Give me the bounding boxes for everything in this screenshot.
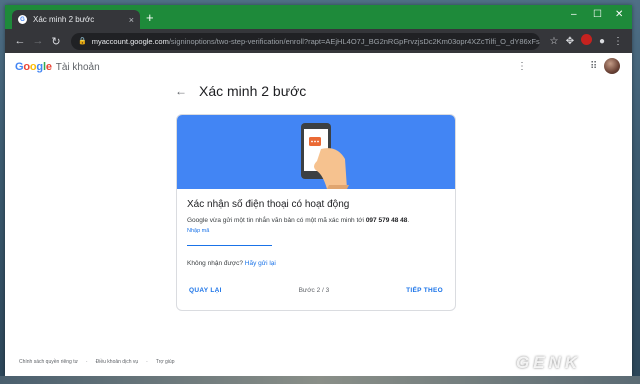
page-title: Xác minh 2 bước: [199, 83, 307, 99]
card-body: Xác nhận số điện thoại có hoạt động Goog…: [177, 189, 455, 267]
tab-close-icon[interactable]: ×: [129, 15, 134, 25]
verification-description: Google vừa gửi một tin nhắn văn bản có m…: [187, 217, 445, 224]
genk-watermark-logo: GENK: [516, 353, 582, 372]
back-arrow-icon[interactable]: ←: [175, 84, 187, 98]
close-window-button[interactable]: ✕: [615, 9, 623, 20]
resend-prompt: Không nhận được?: [187, 260, 245, 267]
step-indicator: Bước 2 / 3: [298, 286, 330, 294]
address-bar[interactable]: 🔒 myaccount.google.com /signinoptions/tw…: [71, 32, 540, 50]
code-input[interactable]: [187, 236, 272, 246]
page-content: Google Tài khoản ⋮ ⠿ ← Xác minh 2 bước X…: [5, 53, 632, 376]
footer-separator: ·: [146, 359, 148, 365]
menu-dots-icon[interactable]: ⋮: [610, 36, 626, 47]
google-account-header: Google Tài khoản: [5, 53, 632, 81]
minimize-button[interactable]: –: [571, 9, 577, 20]
resend-link[interactable]: Hãy gửi lại: [245, 260, 276, 267]
next-button[interactable]: TIẾP THEO: [406, 287, 443, 294]
verification-card: Xác nhận số điện thoại có hoạt động Goog…: [176, 114, 456, 311]
new-tab-button[interactable]: +: [146, 11, 154, 24]
account-avatar[interactable]: [604, 58, 620, 74]
tab-title: Xác minh 2 bước: [33, 15, 95, 24]
maximize-button[interactable]: ☐: [593, 9, 602, 20]
description-end: .: [407, 217, 410, 224]
extension-avatar-icon[interactable]: [578, 34, 594, 48]
apps-grid-icon[interactable]: ⠿: [590, 61, 597, 72]
more-options-icon[interactable]: ⋮: [517, 61, 527, 72]
extensions-icon[interactable]: ✥: [562, 36, 578, 47]
url-domain: myaccount.google.com: [91, 36, 169, 46]
google-logo[interactable]: Google: [15, 61, 52, 73]
footer-links: Chính sách quyền riêng tư · Điều khoản d…: [19, 359, 174, 365]
forward-nav-icon[interactable]: →: [29, 35, 47, 47]
page-heading-row: ← Xác minh 2 bước: [175, 83, 306, 99]
phone-illustration-banner: [177, 115, 455, 189]
back-nav-icon[interactable]: ←: [11, 35, 29, 47]
account-title: Tài khoản: [55, 61, 100, 73]
url-path: /signinoptions/two-step-verification/enr…: [168, 36, 540, 46]
reload-icon[interactable]: ↻: [47, 35, 65, 48]
phone-hand-illustration: [301, 123, 349, 189]
card-title: Xác nhận số điện thoại có hoạt động: [187, 199, 350, 210]
terms-link[interactable]: Điều khoản dịch vụ: [96, 359, 139, 365]
phone-number: 097 579 48 48: [365, 217, 408, 224]
back-button[interactable]: QUAY LẠI: [189, 287, 222, 294]
footer-separator: ·: [85, 359, 88, 365]
browser-titlebar: G Xác minh 2 bước × + – ☐ ✕: [5, 5, 632, 29]
browser-tab[interactable]: G Xác minh 2 bước ×: [12, 10, 140, 29]
help-link[interactable]: Trợ giúp: [156, 359, 175, 365]
resend-row: Không nhận được? Hãy gửi lại: [187, 260, 445, 267]
code-input-label: Nhập mã: [187, 228, 210, 234]
google-favicon-icon: G: [18, 15, 27, 24]
star-bookmark-icon[interactable]: ☆: [546, 36, 562, 47]
card-footer: QUAY LẠI Bước 2 / 3 TIẾP THEO: [177, 282, 455, 298]
browser-toolbar: ← → ↻ 🔒 myaccount.google.com /signinopti…: [5, 29, 632, 53]
desktop-taskbar: [0, 376, 640, 384]
description-text: Google vừa gửi một tin nhắn văn bản có m…: [187, 217, 366, 224]
profile-icon[interactable]: ●: [594, 36, 610, 47]
lock-icon: 🔒: [78, 38, 87, 45]
privacy-link[interactable]: Chính sách quyền riêng tư: [19, 359, 78, 365]
browser-window: G Xác minh 2 bước × + – ☐ ✕ ← → ↻ 🔒 myac…: [5, 5, 632, 376]
